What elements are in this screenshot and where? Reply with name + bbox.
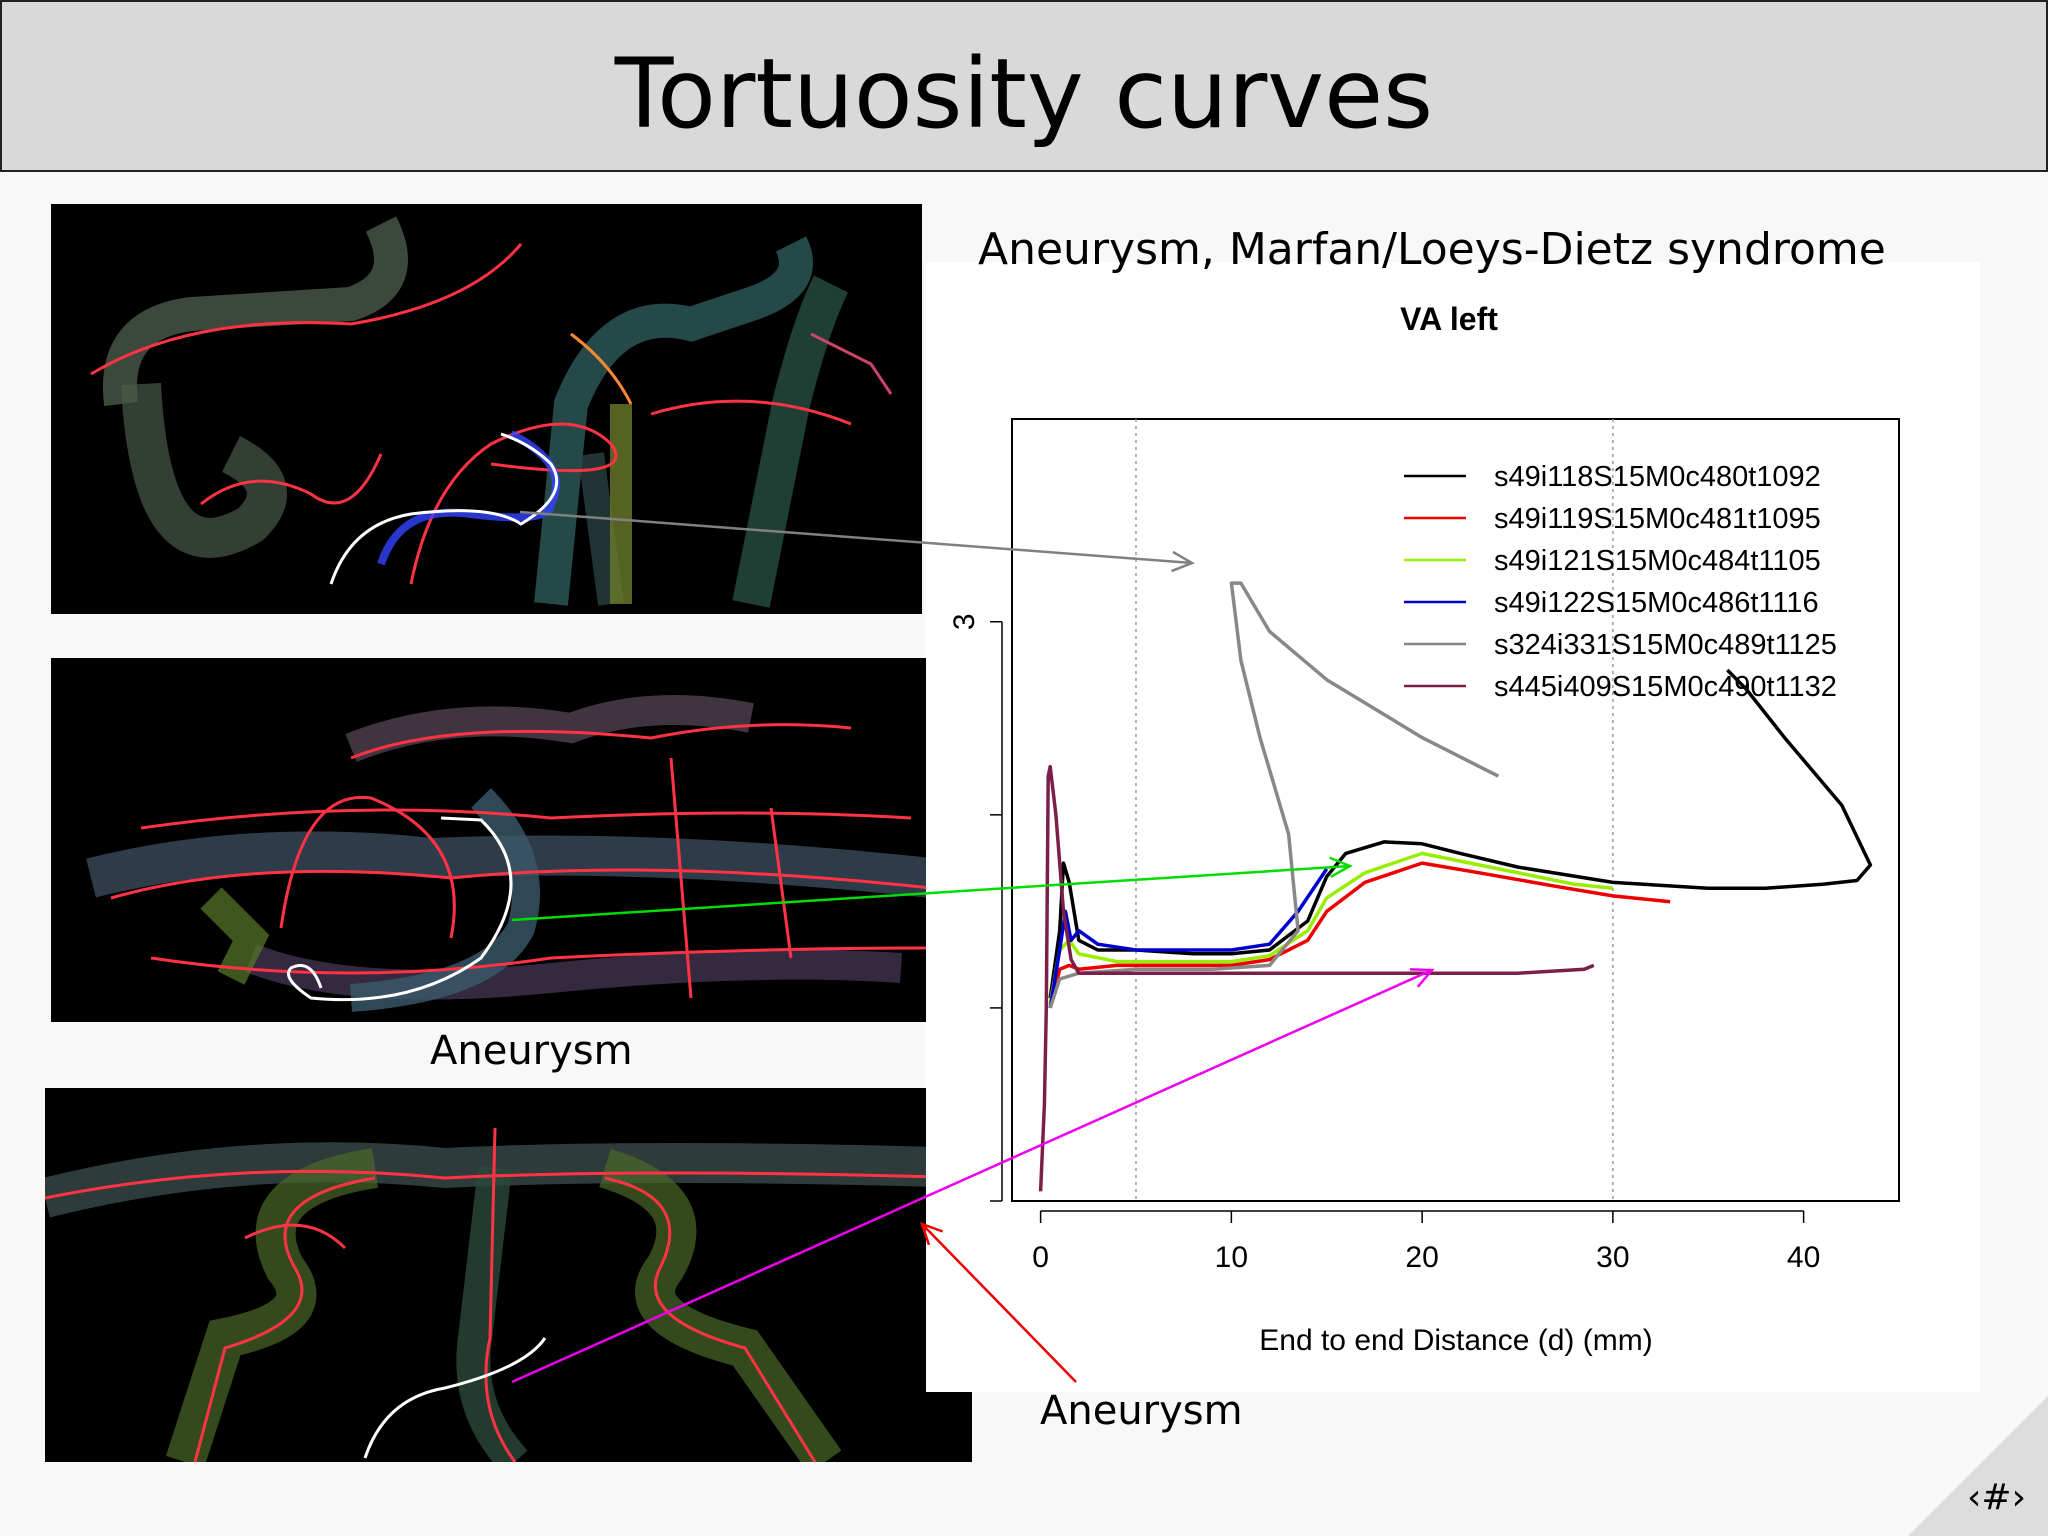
x-tick-label: 40 [1787,1241,1820,1274]
series-line [1038,764,1595,1192]
tortuosity-chart: VA left 0 10 20 30 40 3 s49i118S15M0c480t1092… [948,301,1900,1357]
x-axis-label: End to end Distance (d) (mm) [1259,1324,1652,1357]
vessel-image-top [51,204,922,614]
chart-area: VA left 0 10 20 30 40 3 s49i118S15M0c480t1092… [926,262,1980,1392]
legend-label: s49i122S15M0c486t1116 [1494,587,1819,619]
chart-title: VA left [1400,301,1498,337]
vessel-image-bottom [45,1088,972,1462]
legend-label: s324i331S15M0c489t1125 [1494,629,1837,661]
vessel-image-middle [51,658,972,1022]
plot-frame [1011,418,1900,1202]
label-aneurysm-middle: Aneurysm [430,1028,633,1074]
x-tick-label: 30 [1596,1241,1629,1274]
y-tick-label: 3 [948,613,981,630]
legend-label: s445i409S15M0c490t1132 [1494,671,1837,703]
series-line [1048,851,1614,1005]
x-tick-label: 20 [1405,1241,1438,1274]
x-tick-label: 10 [1215,1241,1248,1274]
label-aneurysm-bottom: Aneurysm [1040,1388,1243,1434]
slide-number: ‹#› [1967,1477,2026,1518]
legend-label: s49i119S15M0c481t1095 [1494,503,1821,535]
legend-label: s49i121S15M0c484t1105 [1494,545,1821,577]
x-tick-label: 0 [1032,1241,1049,1274]
title-bar: Tortuosity curves [0,0,2048,172]
slide-title: Tortuosity curves [614,38,1434,150]
legend-label: s49i118S15M0c480t1092 [1494,461,1821,493]
chart-subtitle: Aneurysm, Marfan/Loeys-Dietz syndrome [978,224,1886,275]
